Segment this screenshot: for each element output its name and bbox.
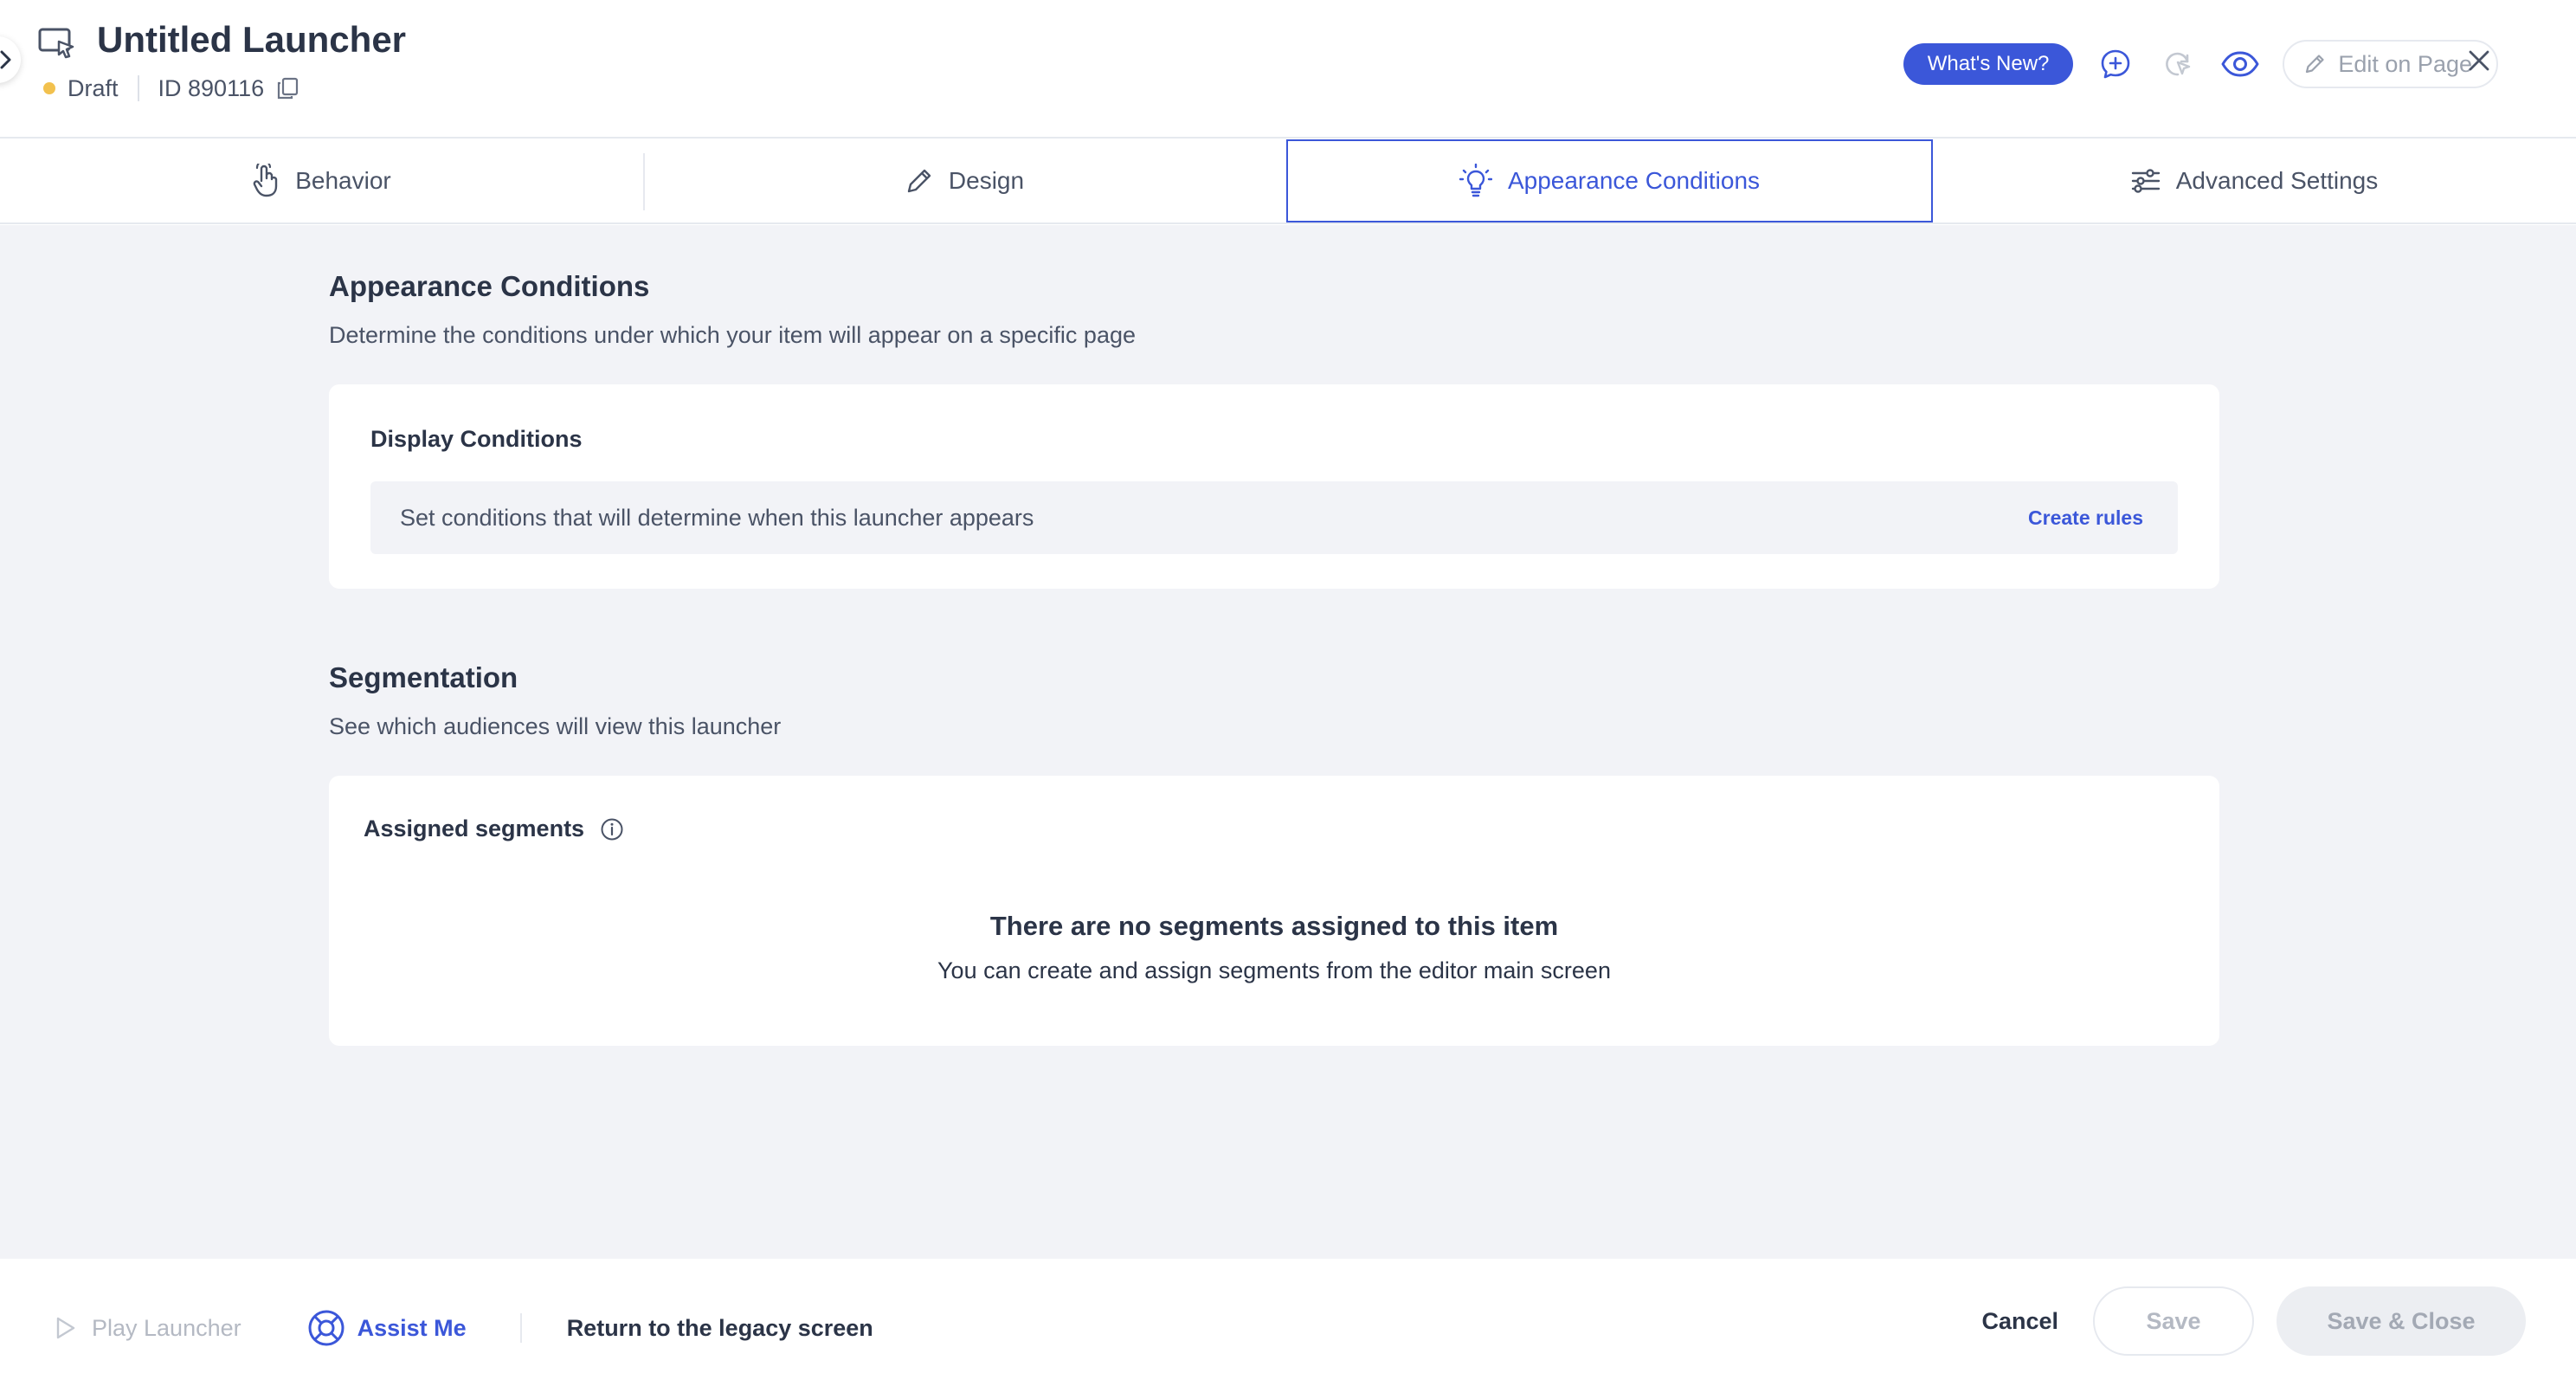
edit-on-page-label: Edit on Page	[2338, 50, 2472, 77]
play-icon	[56, 1317, 75, 1339]
hand-pointer-icon	[253, 164, 278, 197]
header: Untitled Launcher Draft ID 890116 What's…	[0, 0, 2576, 139]
display-conditions-title: Display Conditions	[370, 426, 583, 452]
tab-behavior-label: Behavior	[295, 167, 391, 194]
tab-design-label: Design	[948, 167, 1025, 194]
close-icon	[2469, 50, 2489, 71]
segmentation-section-title: Segmentation	[329, 661, 518, 693]
tab-appearance-conditions[interactable]: Appearance Conditions	[1286, 139, 1933, 222]
create-rules-button[interactable]: Create rules	[2028, 506, 2143, 530]
pencil-icon	[2306, 55, 2324, 74]
copy-icon[interactable]	[276, 77, 299, 100]
footer-divider	[519, 1313, 522, 1343]
footer-left: Play Launcher Assist Me Return to the le…	[55, 1304, 873, 1352]
main-content: Appearance Conditions Determine the cond…	[0, 225, 2576, 1259]
page-title: Untitled Launcher	[97, 19, 407, 60]
header-actions: What's New? Edit on Page	[1903, 40, 2498, 88]
display-conditions-text: Set conditions that will determine when …	[400, 504, 1034, 531]
item-id: ID 890116	[158, 74, 265, 101]
refresh-cursor-icon	[2166, 52, 2191, 76]
sliders-icon	[2131, 169, 2160, 193]
segmentation-section-subtitle: See which audiences will view this launc…	[329, 713, 782, 739]
footer-right: Cancel Save Save & Close	[1981, 1286, 2526, 1356]
eye-icon	[2221, 51, 2259, 77]
display-conditions-rule-box: Set conditions that will determine when …	[370, 481, 2178, 554]
chevron-right-icon	[0, 50, 11, 69]
tab-advanced-label: Advanced Settings	[2175, 167, 2379, 194]
assigned-segments-header: Assigned segments	[364, 816, 624, 842]
tab-bar: Behavior Design Appearance Conditions Ad…	[0, 139, 2576, 224]
return-to-legacy-link[interactable]: Return to the legacy screen	[567, 1315, 873, 1342]
empty-segments-title: There are no segments assigned to this i…	[989, 911, 1559, 941]
close-button[interactable]	[2462, 43, 2496, 78]
pencil-icon	[907, 169, 931, 193]
appearance-section-subtitle: Determine the conditions under which you…	[329, 322, 1137, 348]
save-button[interactable]: Save	[2093, 1286, 2254, 1356]
appearance-section-title: Appearance Conditions	[329, 270, 650, 302]
cancel-button[interactable]: Cancel	[1981, 1308, 2058, 1335]
collapse-sidebar-button[interactable]	[0, 36, 21, 83]
lightbulb-icon	[1459, 164, 1492, 197]
status-label: Draft	[68, 74, 119, 101]
play-launcher-label: Play Launcher	[92, 1314, 242, 1341]
save-and-close-button[interactable]: Save & Close	[2277, 1286, 2526, 1356]
preview-button[interactable]	[2220, 44, 2260, 84]
tab-appearance-label: Appearance Conditions	[1507, 167, 1761, 194]
assist-me-button[interactable]: Assist Me	[307, 1309, 467, 1347]
launcher-icon	[38, 28, 74, 59]
add-comment-button[interactable]	[2096, 44, 2135, 84]
lifebuoy-icon	[308, 1310, 345, 1346]
play-launcher-button[interactable]: Play Launcher	[55, 1315, 242, 1342]
tab-advanced-settings[interactable]: Advanced Settings	[1933, 139, 2576, 222]
assist-me-label: Assist Me	[357, 1314, 467, 1341]
status-row: Draft ID 890116	[43, 73, 299, 104]
footer: Play Launcher Assist Me Return to the le…	[0, 1259, 2576, 1399]
draft-status-dot	[43, 82, 55, 94]
add-comment-icon	[2102, 49, 2130, 79]
refresh-button[interactable]	[2158, 44, 2198, 84]
empty-segments-subtitle: You can create and assign segments from …	[937, 957, 1611, 983]
whats-new-button[interactable]: What's New?	[1903, 43, 2074, 85]
assigned-segments-card: Assigned segments There are no segments …	[329, 776, 2219, 1046]
tab-design[interactable]: Design	[643, 139, 1286, 222]
tab-behavior[interactable]: Behavior	[0, 139, 643, 222]
info-icon[interactable]	[600, 817, 624, 841]
status-divider	[137, 75, 139, 101]
assigned-segments-title: Assigned segments	[364, 816, 585, 841]
display-conditions-card: Display Conditions Set conditions that w…	[329, 384, 2219, 589]
